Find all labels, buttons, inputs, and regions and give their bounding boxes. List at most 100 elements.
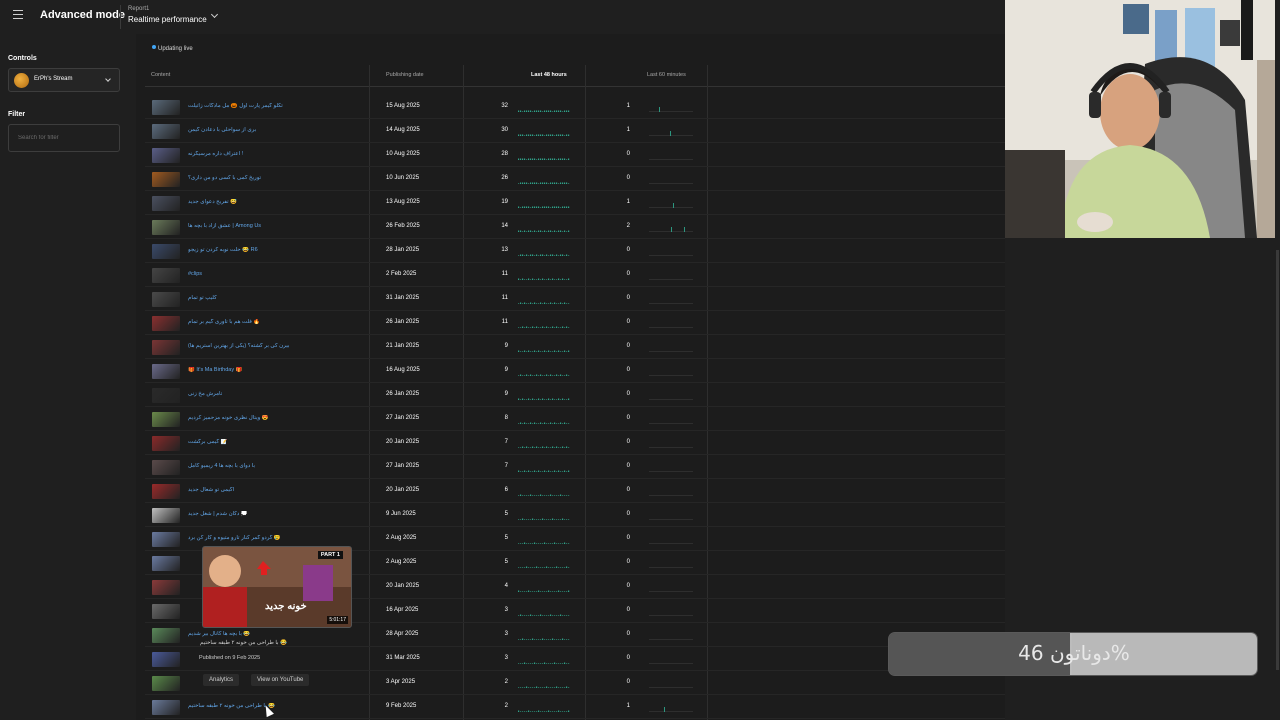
sparkline-bar: [526, 206, 528, 208]
chevron-down-icon[interactable]: [210, 10, 219, 19]
video-thumbnail[interactable]: [152, 340, 180, 355]
sparkline-bar: [522, 471, 524, 472]
menu-icon[interactable]: [13, 10, 23, 19]
video-title-link[interactable]: گردو گمر کنار تارو متیوه و کار کن برد 😢: [188, 535, 281, 541]
table-row[interactable]: بیرن کی بر گشته؟ (یکی از بهترین استریم ه…: [145, 335, 1005, 359]
table-row[interactable]: #clips 2 Feb 2025 11 0: [145, 263, 1005, 287]
table-row[interactable]: تامرش مخ زنی 26 Jan 2025 9 0: [145, 383, 1005, 407]
sparkline-bar: [538, 615, 540, 616]
video-thumbnail[interactable]: [152, 604, 180, 619]
table-row[interactable]: گیمی برگشت 📝 20 Jan 2025 7 0: [145, 431, 1005, 455]
table-row[interactable]: حلت نوبه کردن تو زیجو 😂 R6 28 Jan 2025 13 0: [145, 239, 1005, 263]
filter-input[interactable]: [8, 124, 120, 152]
video-thumbnail[interactable]: [152, 676, 180, 691]
report-title[interactable]: Realtime performance: [128, 15, 207, 24]
table-row[interactable]: با دوای با بچه ها 4 ریمیو کامل 27 Jan 202…: [145, 455, 1005, 479]
sparkline-bar: [524, 519, 526, 520]
video-thumbnail[interactable]: [152, 460, 180, 475]
video-title-link[interactable]: ویتال نظری خونه مزحمیز کردیم 😍: [188, 415, 269, 421]
video-title-link[interactable]: تکلو گیمر پارت اول 🎃 مل مادگات زاتیلت: [188, 103, 283, 109]
video-thumbnail[interactable]: [152, 172, 180, 187]
video-thumbnail[interactable]: [152, 364, 180, 379]
video-title-link[interactable]: با دوای با بچه ها 4 ریمیو کامل: [188, 463, 255, 469]
video-thumbnail[interactable]: [152, 508, 180, 523]
header-content[interactable]: Content: [151, 72, 170, 78]
sparkline-bar: [546, 591, 548, 592]
video-title-link[interactable]: تفریح دعوای جدید 😅: [188, 199, 237, 205]
stream-selector[interactable]: ErPh's Stream: [8, 68, 120, 92]
video-thumbnail[interactable]: [152, 700, 180, 715]
scrollbar[interactable]: [1275, 0, 1280, 720]
table-row[interactable]: فلت هم با تاوری گیم بر تمام 🔥 26 Jan 2025…: [145, 311, 1005, 335]
video-thumbnail[interactable]: [152, 148, 180, 163]
video-thumbnail[interactable]: [152, 100, 180, 115]
video-thumbnail[interactable]: [152, 532, 180, 547]
sparkline-bar: [534, 662, 536, 664]
video-title-link[interactable]: 🎁 It's Ma Birthday 🎁: [188, 367, 242, 373]
video-thumbnail[interactable]: [152, 412, 180, 427]
chevron-down-icon[interactable]: [105, 76, 111, 82]
video-title-link[interactable]: بیرن کی بر گشته؟ (یکی از بهترین استریم ه…: [188, 343, 289, 349]
video-title-link[interactable]: تامرش مخ زنی: [188, 391, 222, 397]
table-row[interactable]: توریخ کمی با کسی دو من داری؟ 10 Jun 2025 2…: [145, 167, 1005, 191]
video-title-link[interactable]: اعتراف داره مرسیگرنه !: [188, 151, 243, 157]
video-title-link[interactable]: با بچه ها کانال بیر شدیم 😂: [188, 631, 250, 637]
sparkline-bar: [550, 230, 552, 232]
analytics-button[interactable]: Analytics: [203, 674, 240, 686]
video-thumbnail[interactable]: [152, 436, 180, 451]
header-last-48-hours[interactable]: Last 48 hours: [531, 72, 567, 78]
video-thumbnail[interactable]: [152, 196, 180, 211]
views-last-48-hours: 9: [504, 367, 508, 373]
video-thumbnail[interactable]: [152, 580, 180, 595]
sparkline-bar: [530, 447, 532, 448]
video-preview-card[interactable]: PART 1 خونه جدید 5:01:17: [202, 546, 352, 628]
video-thumbnail[interactable]: [152, 628, 180, 643]
video-thumbnail[interactable]: [152, 556, 180, 571]
table-row[interactable]: با طراحی من خونه ۲ طبقه ساختیم 😂 9 Feb 20…: [145, 695, 1005, 719]
video-thumbnail[interactable]: [152, 484, 180, 499]
sparkline-bar: [552, 518, 554, 520]
table-row[interactable]: عشق آزاد با بچه ها | Among Us 26 Feb 2025…: [145, 215, 1005, 239]
view-on-youtube-button[interactable]: View on YouTube: [251, 674, 310, 686]
video-thumbnail[interactable]: [152, 652, 180, 667]
video-title-link[interactable]: #clips: [188, 271, 202, 277]
video-title-link[interactable]: کلیپ تو تمام: [188, 295, 217, 301]
video-thumbnail[interactable]: [152, 124, 180, 139]
video-title-link[interactable]: دکان شدم | شغل جدید 💭: [188, 511, 248, 517]
sparkline-bar: [536, 182, 538, 184]
video-thumbnail[interactable]: [152, 244, 180, 259]
sparkline-bar: [552, 375, 554, 376]
sparkline-bar: [568, 470, 570, 472]
sparkline-bar: [526, 446, 528, 448]
video-thumbnail[interactable]: [152, 388, 180, 403]
video-title-link[interactable]: گیمی برگشت 📝: [188, 439, 227, 445]
video-thumbnail[interactable]: [152, 220, 180, 235]
sparkline-bar: [534, 567, 536, 568]
sparkline-bar: [518, 590, 520, 592]
video-title-link[interactable]: توریخ کمی با کسی دو من داری؟: [188, 175, 261, 181]
header-publishing-date[interactable]: Publishing date: [386, 72, 424, 78]
table-row[interactable]: ویتال نظری خونه مزحمیز کردیم 😍 27 Jan 202…: [145, 407, 1005, 431]
sparkline-bar: [524, 495, 526, 496]
table-row[interactable]: اگیمی تو شعال جدید 20 Jan 2025 6 0: [145, 479, 1005, 503]
video-title-link[interactable]: بری از سواحلی با دعادن گیمن: [188, 127, 256, 133]
table-row[interactable]: کلیپ تو تمام 31 Jan 2025 11 0: [145, 287, 1005, 311]
sparkline-60-minutes: [649, 663, 693, 664]
video-title-link[interactable]: حلت نوبه کردن تو زیجو 😂 R6: [188, 247, 258, 253]
table-row[interactable]: اعتراف داره مرسیگرنه ! 10 Aug 2025 28 0: [145, 143, 1005, 167]
video-title-link[interactable]: عشق آزاد با بچه ها | Among Us: [188, 223, 261, 229]
table-row[interactable]: تفریح دعوای جدید 😅 13 Aug 2025 19 1: [145, 191, 1005, 215]
video-thumbnail[interactable]: [152, 268, 180, 283]
header-last-60-minutes[interactable]: Last 60 minutes: [647, 72, 686, 78]
table-row[interactable]: دکان شدم | شغل جدید 💭 9 Jun 2025 5 0: [145, 503, 1005, 527]
table-row[interactable]: بری از سواحلی با دعادن گیمن 14 Aug 2025 30…: [145, 119, 1005, 143]
video-thumbnail[interactable]: [152, 292, 180, 307]
video-title-link[interactable]: اگیمی تو شعال جدید: [188, 487, 234, 493]
sparkline-bar: [532, 231, 534, 232]
sparkline-60-minutes: [649, 279, 693, 280]
video-thumbnail[interactable]: [152, 316, 180, 331]
table-row[interactable]: 🎁 It's Ma Birthday 🎁 16 Aug 2025 9 0: [145, 359, 1005, 383]
video-title-link[interactable]: فلت هم با تاوری گیم بر تمام 🔥: [188, 319, 260, 325]
table-row[interactable]: تکلو گیمر پارت اول 🎃 مل مادگات زاتیلت 15 …: [145, 95, 1005, 119]
sparkline-bar: [522, 134, 524, 136]
